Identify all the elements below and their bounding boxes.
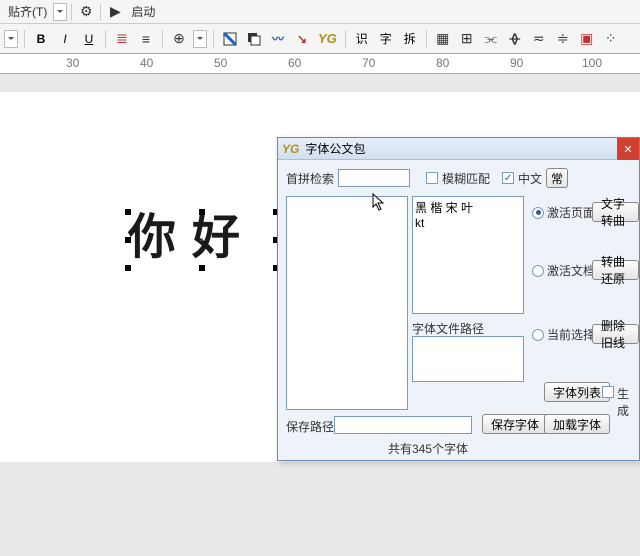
arrow-icon[interactable]: ↘ [292, 29, 312, 49]
activate-doc-radio[interactable] [532, 265, 544, 277]
close-icon[interactable]: ✕ [617, 138, 639, 160]
yg-tool-icon[interactable]: YG [316, 29, 339, 49]
target-dropdown[interactable] [193, 30, 207, 48]
shape-icon[interactable] [244, 29, 264, 49]
layout-icon[interactable]: ⊞ [457, 29, 477, 49]
separator [162, 30, 163, 48]
handle-mid-left[interactable] [125, 237, 131, 243]
list-icon[interactable]: ≡ [136, 29, 156, 49]
ruler-tick: 60 [288, 56, 301, 70]
activate-page-radio[interactable] [532, 207, 544, 219]
handle-top-left[interactable] [125, 209, 131, 215]
toolbar-format: B I U ≣ ≡ ⊕ 〰 ↘ YG 识 字 拆 ▦ ⊞ ⫘ ᚖ ≂ ≑ ▣ ⁘ [0, 24, 640, 54]
font-package-dialog: YG 字体公文包 ✕ 首拼检索 模糊匹配 中文 常 黑 楷 宋 叶 kt 激活页… [277, 137, 640, 461]
char-split-button[interactable]: 拆 [400, 29, 420, 49]
delete-old-line-button[interactable]: 删除旧线 [592, 324, 639, 344]
separator [213, 30, 214, 48]
spacing-icon[interactable]: ᚖ [505, 29, 525, 49]
activate-page-label: 激活页面 [547, 204, 595, 221]
italic-button[interactable]: I [55, 29, 75, 49]
ruler-tick: 30 [66, 56, 79, 70]
font-preview: 黑 楷 宋 叶 kt [412, 196, 524, 314]
dialog-titlebar[interactable]: YG 字体公文包 ✕ [278, 138, 639, 160]
fuzzy-checkbox[interactable] [426, 172, 438, 184]
save-font-button[interactable]: 保存字体 [482, 414, 548, 434]
toolbar-top: 贴齐(T) ⚙ ▶ 启动 [0, 0, 640, 24]
flag-icon[interactable] [220, 29, 240, 49]
current-selection-radio[interactable] [532, 329, 544, 341]
generate-checkbox[interactable] [602, 386, 614, 398]
align-dropdown[interactable] [53, 3, 67, 21]
text-to-curve-button[interactable]: 文字转曲 [592, 202, 639, 222]
preview-line: kt [415, 216, 521, 230]
separator [345, 30, 346, 48]
font-path-box[interactable] [412, 336, 524, 382]
dialog-body: 首拼检索 模糊匹配 中文 常 黑 楷 宋 叶 kt 激活页面 文字转曲 激活文档… [278, 160, 639, 460]
separator [426, 30, 427, 48]
ruler-tick: 40 [140, 56, 153, 70]
fuzzy-label: 模糊匹配 [442, 170, 490, 187]
play-icon[interactable]: ▶ [105, 2, 125, 22]
font-list-button[interactable]: 字体列表 [544, 382, 610, 402]
search-input[interactable] [338, 169, 410, 187]
generate-label: 生成 [617, 385, 639, 419]
baseline-icon[interactable]: ≂ [529, 29, 549, 49]
wave-icon[interactable]: 〰 [268, 29, 288, 49]
chinese-checkbox[interactable] [502, 172, 514, 184]
handle-top-mid[interactable] [199, 209, 205, 215]
selection-icon[interactable]: ⁘ [601, 29, 621, 49]
underline-button[interactable]: U [79, 29, 99, 49]
handle-bot-mid[interactable] [199, 265, 205, 271]
separator [100, 3, 101, 21]
align-v-icon[interactable]: ≑ [553, 29, 573, 49]
chain-icon[interactable]: ⫘ [481, 29, 501, 49]
separator [24, 30, 25, 48]
bold-button[interactable]: B [31, 29, 51, 49]
preview-line: 黑 楷 宋 叶 [415, 199, 521, 216]
search-label: 首拼检索 [286, 170, 334, 187]
font-path-label: 字体文件路径 [412, 320, 484, 337]
dialog-title: 字体公文包 [305, 140, 365, 157]
activate-doc-label: 激活文档 [547, 262, 595, 279]
highlight-icon[interactable]: ▣ [577, 29, 597, 49]
indent-icon[interactable]: ≣ [112, 29, 132, 49]
char-recognize-button[interactable]: 识 [352, 29, 372, 49]
target-icon[interactable]: ⊕ [169, 29, 189, 49]
separator [105, 30, 106, 48]
yg-logo-icon: YG [282, 142, 299, 156]
ruler-tick: 70 [362, 56, 375, 70]
center-marker [200, 238, 203, 241]
handle-bot-left[interactable] [125, 265, 131, 271]
char-font-button[interactable]: 字 [376, 29, 396, 49]
font-list[interactable] [286, 196, 408, 410]
chinese-label: 中文 [518, 170, 542, 187]
gear-icon[interactable]: ⚙ [76, 2, 96, 22]
ruler-tick: 90 [510, 56, 523, 70]
ruler-tick: 80 [436, 56, 449, 70]
ruler-tick: 100 [582, 56, 602, 70]
align-menu[interactable]: 贴齐(T) [4, 3, 51, 20]
grid-icon[interactable]: ▦ [433, 29, 453, 49]
horizontal-ruler: 30 40 50 60 70 80 90 100 [0, 54, 640, 74]
save-path-input[interactable] [334, 416, 472, 434]
selection-box[interactable]: 你 好 [128, 212, 276, 268]
total-fonts-label: 共有345个字体 [388, 440, 468, 457]
separator [71, 3, 72, 21]
search-row: 首拼检索 模糊匹配 中文 常 [286, 168, 631, 188]
style-dropdown[interactable] [4, 30, 18, 48]
ruler-tick: 50 [214, 56, 227, 70]
curve-restore-button[interactable]: 转曲还原 [592, 260, 639, 280]
save-path-label: 保存路径 [286, 418, 334, 435]
current-selection-label: 当前选择 [547, 326, 595, 343]
load-font-button[interactable]: 加载字体 [544, 414, 610, 434]
launch-button[interactable]: 启动 [127, 3, 159, 20]
common-button[interactable]: 常 [546, 168, 568, 188]
